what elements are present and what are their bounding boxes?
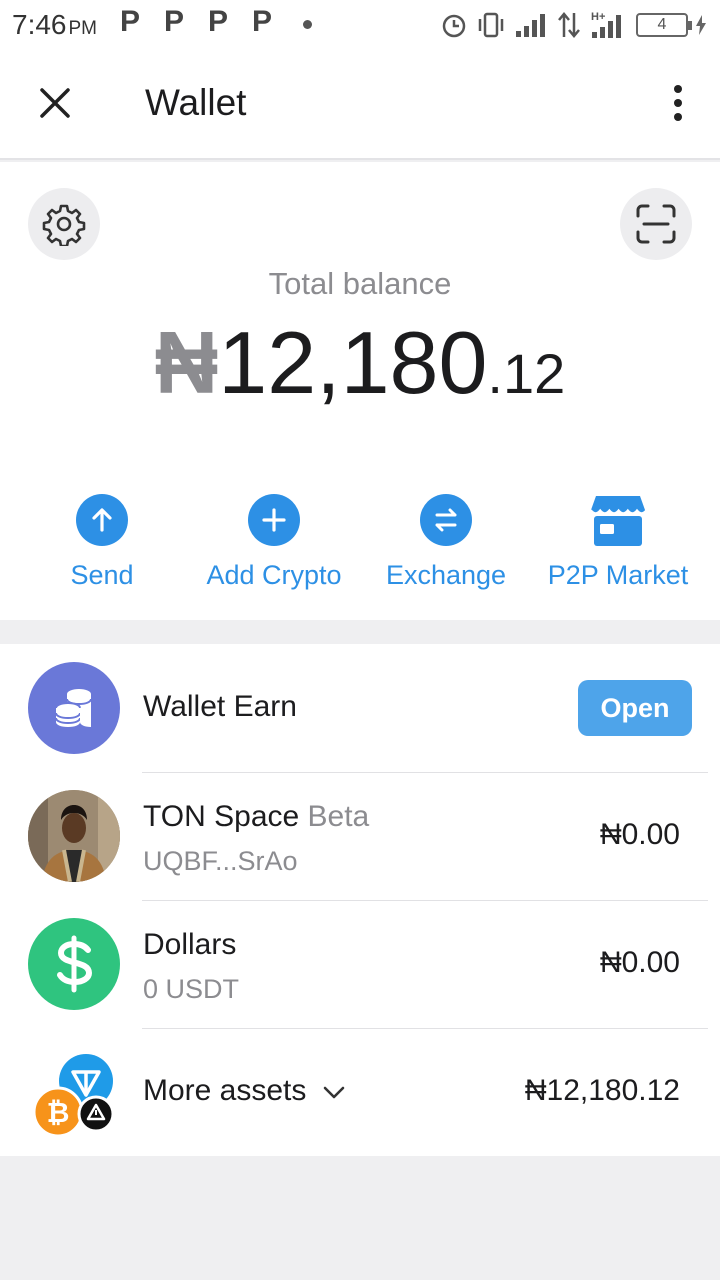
- balance-decimal: .12: [487, 342, 566, 405]
- p2p-market-label: P2P Market: [547, 560, 689, 590]
- svg-text:₿: ₿: [47, 1097, 70, 1128]
- signal-icon: [516, 14, 545, 37]
- notification-icon: P: [252, 5, 273, 38]
- open-button[interactable]: Open: [578, 680, 692, 736]
- charging-icon: [696, 15, 706, 35]
- divider: [142, 772, 708, 773]
- battery-icon: 4: [636, 13, 692, 37]
- total-balance-amount: ₦12,180.12: [0, 312, 720, 414]
- send-label: Send: [70, 560, 134, 590]
- settings-button[interactable]: [28, 188, 100, 260]
- data-transfer-icon: [558, 12, 580, 38]
- dollars-title: Dollars: [143, 928, 237, 961]
- close-button[interactable]: [32, 80, 78, 126]
- action-row: Send Add Crypto Exchange P2P Market: [0, 494, 720, 604]
- close-icon: [40, 88, 70, 118]
- alarm-icon: [442, 14, 466, 38]
- more-menu-button[interactable]: [666, 80, 690, 126]
- assets-list: Wallet Earn Open TON Space Beta UQBF...S…: [0, 644, 720, 1156]
- chevron-down-icon: [323, 1086, 345, 1099]
- dollars-amount: ₦0.00: [599, 946, 680, 979]
- more-assets-row[interactable]: ₿ More assets ₦12,180.12: [0, 1028, 720, 1156]
- balance-integer: 12,180: [218, 313, 488, 412]
- scan-qr-button[interactable]: [620, 188, 692, 260]
- add-crypto-label: Add Crypto: [206, 560, 342, 590]
- status-bar: 7:46 PM P P P P H+ 4: [0, 0, 720, 50]
- ton-space-title: TON Space Beta: [143, 800, 370, 833]
- balance-card: Total balance ₦12,180.12 Send Add Crypto…: [0, 162, 720, 620]
- hplus-signal-icon: H+: [591, 11, 621, 38]
- more-assets-title[interactable]: More assets: [143, 1074, 347, 1108]
- vibrate-icon: [478, 12, 504, 38]
- ton-space-address: UQBF...SrAo: [143, 846, 298, 876]
- notification-icon: P: [208, 5, 229, 38]
- exchange-icon: [420, 494, 472, 546]
- exchange-label: Exchange: [385, 560, 507, 590]
- status-time: 7:46 PM: [12, 9, 97, 40]
- arrow-up-icon: [76, 494, 128, 546]
- ton-space-avatar: [28, 790, 120, 882]
- asset-icons-cluster: ₿: [30, 1050, 120, 1140]
- p2p-market-button[interactable]: P2P Market: [532, 494, 704, 591]
- more-notifications-dot: [303, 20, 312, 29]
- total-balance-label: Total balance: [268, 266, 452, 301]
- store-icon: [590, 494, 647, 546]
- dollar-icon: [28, 918, 120, 1010]
- wallet-earn-row[interactable]: Wallet Earn Open: [0, 644, 720, 772]
- ton-space-amount: ₦0.00: [599, 818, 680, 851]
- add-crypto-button[interactable]: Add Crypto: [188, 494, 360, 591]
- exchange-button[interactable]: Exchange: [360, 494, 532, 591]
- dollars-row[interactable]: Dollars 0 USDT ₦0.00: [0, 900, 720, 1028]
- currency-symbol: ₦: [154, 313, 219, 412]
- more-vertical-icon: [674, 85, 682, 121]
- divider: [142, 900, 708, 901]
- page-title: Wallet: [145, 82, 247, 123]
- notification-icon: P: [120, 5, 141, 38]
- wallet-earn-title: Wallet Earn: [143, 690, 297, 723]
- send-button[interactable]: Send: [16, 494, 188, 591]
- coins-icon: [28, 662, 120, 754]
- svg-text:H+: H+: [591, 11, 605, 23]
- divider: [142, 1028, 708, 1029]
- dollars-sub: 0 USDT: [143, 974, 240, 1004]
- status-icons: H+ 4: [440, 8, 706, 42]
- ton-space-row[interactable]: TON Space Beta UQBF...SrAo ₦0.00: [0, 772, 720, 900]
- plus-icon: [248, 494, 300, 546]
- scan-icon: [636, 204, 676, 244]
- notification-icon: P: [164, 5, 185, 38]
- app-bar: Wallet: [0, 50, 720, 160]
- beta-badge: Beta: [307, 800, 370, 833]
- gear-icon: [42, 204, 86, 246]
- more-assets-amount: ₦12,180.12: [524, 1074, 680, 1107]
